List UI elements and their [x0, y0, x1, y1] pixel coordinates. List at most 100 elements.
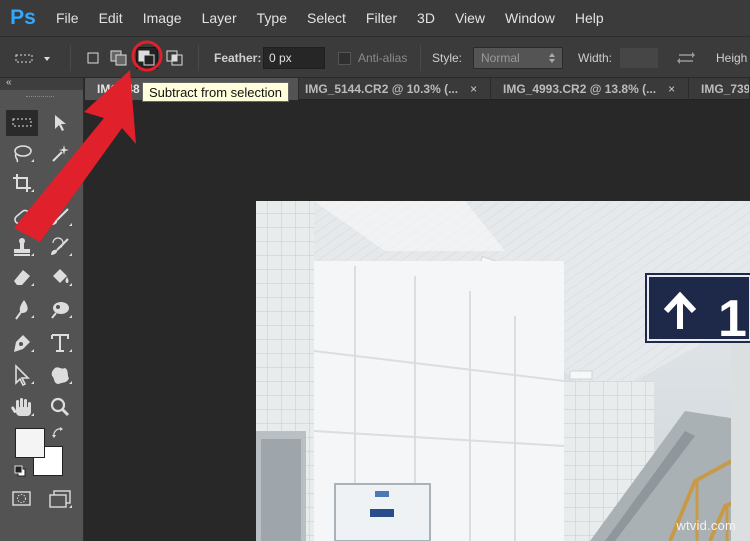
- path-select-icon: [15, 364, 30, 386]
- tools-panel: «: [0, 77, 84, 541]
- subtract-from-selection-button[interactable]: [136, 47, 158, 69]
- feather-input[interactable]: 0 px: [263, 47, 325, 69]
- width-input[interactable]: [619, 47, 659, 69]
- history-brush-icon: [51, 237, 69, 255]
- pen-icon: [14, 335, 30, 352]
- menu-bar: Ps File Edit Image Layer Type Select Fil…: [0, 0, 750, 36]
- swap-width-height-button[interactable]: [676, 37, 696, 79]
- tools-panel-header[interactable]: «: [0, 77, 83, 90]
- add-selection-icon: [110, 50, 127, 66]
- eraser-icon: [14, 270, 30, 285]
- rectangular-marquee-tool[interactable]: [6, 110, 38, 136]
- antialias-label: Anti-alias: [358, 51, 408, 65]
- magic-wand-tool[interactable]: [44, 140, 76, 166]
- menu-filter[interactable]: Filter: [356, 0, 407, 36]
- eyedropper-tool[interactable]: [44, 170, 76, 196]
- photoshop-logo: Ps: [10, 6, 36, 29]
- separator: [420, 45, 421, 71]
- lasso-tool[interactable]: [6, 140, 38, 166]
- options-bar: Feather: 0 px Anti-alias Style: Normal W…: [0, 36, 750, 78]
- blur-tool[interactable]: [6, 296, 38, 322]
- crop-tool[interactable]: [6, 170, 38, 196]
- magic-wand-icon: [52, 145, 69, 162]
- eraser-tool[interactable]: [6, 264, 38, 290]
- tab-img-739[interactable]: IMG_739: [689, 78, 750, 100]
- new-selection-icon: [87, 52, 99, 64]
- screen-mode-button[interactable]: [44, 486, 76, 512]
- height-label: Heigh: [716, 51, 748, 65]
- collapse-panel-icon[interactable]: «: [6, 77, 12, 88]
- custom-shape-icon: [51, 367, 69, 384]
- type-icon: [51, 334, 69, 352]
- stamp-icon: [14, 238, 30, 256]
- intersect-selection-button[interactable]: [164, 47, 186, 69]
- default-colors-icon: [14, 465, 26, 477]
- station-photo: [256, 201, 750, 541]
- separator: [70, 45, 71, 71]
- tab-img-4993[interactable]: IMG_4993.CR2 @ 13.8% (... ×: [491, 78, 689, 100]
- panel-grip: [26, 96, 54, 98]
- tab-close-icon[interactable]: ×: [668, 82, 675, 96]
- type-tool[interactable]: [44, 330, 76, 356]
- menu-edit[interactable]: Edit: [89, 0, 133, 36]
- custom-shape-tool[interactable]: [44, 362, 76, 388]
- hand-icon: [11, 398, 31, 416]
- document-canvas[interactable]: 1 wtvid.com: [85, 101, 750, 541]
- foreground-color-swatch[interactable]: [15, 428, 45, 458]
- style-select[interactable]: Normal: [473, 47, 563, 69]
- swap-colors-icon: [52, 427, 63, 438]
- zoom-tool[interactable]: [44, 394, 76, 420]
- rectangular-marquee-icon: [12, 118, 32, 127]
- menu-layer[interactable]: Layer: [192, 0, 247, 36]
- menu-image[interactable]: Image: [133, 0, 192, 36]
- spot-healing-tool[interactable]: [6, 204, 38, 230]
- pen-tool[interactable]: [6, 330, 38, 356]
- new-selection-button[interactable]: [82, 47, 104, 69]
- subtract-selection-icon: [138, 50, 155, 66]
- intersect-selection-icon: [166, 50, 183, 66]
- crop-icon: [13, 174, 31, 192]
- move-icon: [55, 115, 66, 131]
- blur-drop-icon: [15, 300, 28, 320]
- zoom-icon: [50, 397, 70, 417]
- dodge-icon: [51, 302, 69, 319]
- menu-file[interactable]: File: [46, 0, 89, 36]
- move-tool[interactable]: [44, 110, 76, 136]
- brush-icon: [52, 208, 69, 225]
- tool-preset-picker[interactable]: [6, 37, 56, 79]
- menu-type[interactable]: Type: [247, 0, 297, 36]
- tab-close-icon[interactable]: ×: [470, 82, 477, 96]
- style-label: Style:: [432, 51, 463, 65]
- separator: [198, 45, 199, 71]
- tab-label: IMG_739: [701, 82, 750, 96]
- menu-view[interactable]: View: [445, 0, 495, 36]
- menu-window[interactable]: Window: [495, 0, 565, 36]
- quick-mask-button[interactable]: [6, 486, 38, 512]
- tab-label: IMG_4993.CR2 @ 13.8% (...: [503, 82, 657, 96]
- clone-stamp-tool[interactable]: [6, 234, 38, 260]
- path-selection-tool[interactable]: [6, 362, 38, 388]
- quick-mask-icon: [12, 491, 31, 506]
- brush-tool[interactable]: [44, 204, 76, 230]
- sign-number: 1: [718, 290, 747, 348]
- antialias-checkbox[interactable]: [338, 51, 351, 65]
- tab-img-5144[interactable]: IMG_5144.CR2 @ 10.3% (... ×: [299, 78, 491, 100]
- style-value: Normal: [481, 51, 520, 65]
- tab-label: IMG_48: [97, 82, 140, 96]
- hand-tool[interactable]: [6, 394, 38, 420]
- dodge-tool[interactable]: [44, 296, 76, 322]
- paint-bucket-tool[interactable]: [44, 264, 76, 290]
- width-label: Width:: [578, 51, 613, 65]
- swap-colors-button[interactable]: [52, 426, 64, 444]
- history-brush-tool[interactable]: [44, 234, 76, 260]
- swap-arrows-icon: [677, 52, 695, 64]
- tab-label: IMG_5144.CR2 @ 10.3% (...: [305, 82, 459, 96]
- healing-brush-icon: [14, 209, 30, 225]
- menu-3d[interactable]: 3D: [407, 0, 445, 36]
- default-colors-button[interactable]: [14, 464, 26, 482]
- lasso-icon: [14, 145, 32, 163]
- add-to-selection-button[interactable]: [108, 47, 130, 69]
- menu-select[interactable]: Select: [297, 0, 356, 36]
- menu-help[interactable]: Help: [565, 0, 614, 36]
- watermark: wtvid.com: [676, 518, 736, 533]
